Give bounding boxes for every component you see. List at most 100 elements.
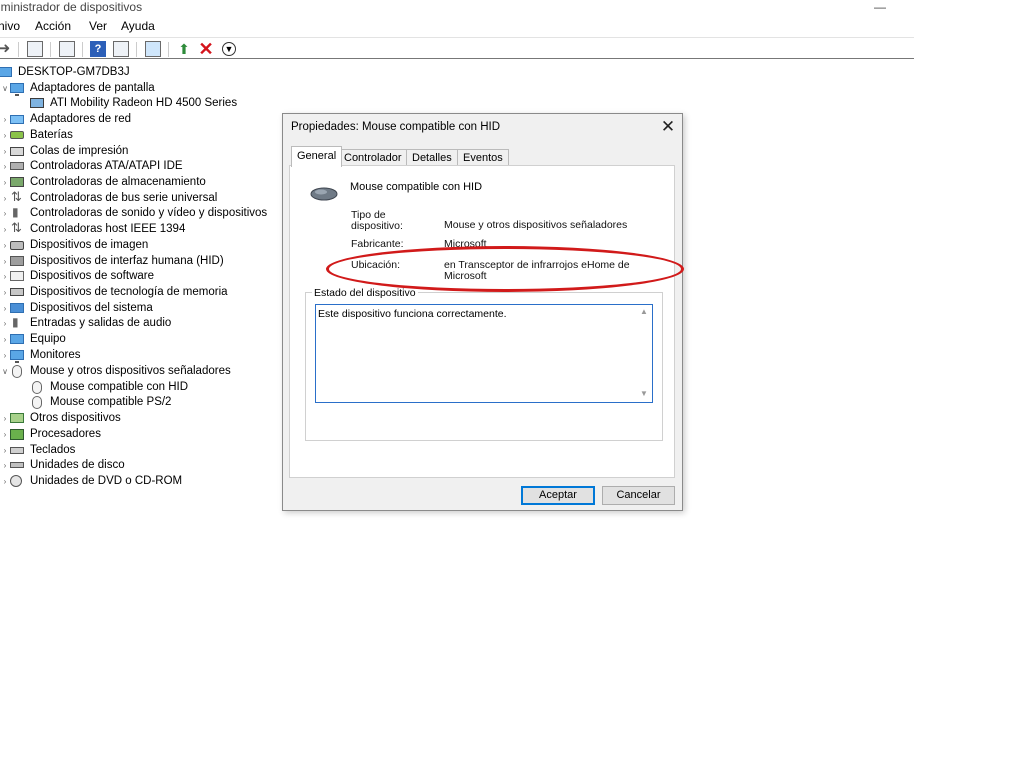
window-title: dministrador de dispositivos [0, 0, 143, 14]
expand-arrow-icon[interactable]: › [0, 477, 10, 486]
tree-item-tecnologia-memoria[interactable]: › Dispositivos de tecnología de memoria [0, 284, 228, 300]
download-icon[interactable]: ▼ [222, 42, 236, 56]
tree-item-dispositivos-sistema[interactable]: › Dispositivos del sistema [0, 300, 153, 316]
expand-arrow-icon[interactable]: › [0, 257, 10, 266]
view-icon[interactable] [113, 41, 129, 57]
toolbar-separator [136, 42, 137, 57]
expand-arrow-icon[interactable]: › [0, 194, 10, 203]
keyboard-icon [10, 446, 24, 454]
tree-item-teclados[interactable]: › Teclados [0, 442, 76, 458]
tree-item-controladoras-usb[interactable]: › Controladoras de bus serie universal [0, 189, 218, 206]
tree-item-label: Equipo [30, 333, 66, 345]
tree-item-entradas-salidas-audio[interactable]: › Entradas y salidas de audio [0, 315, 172, 331]
expand-arrow-icon[interactable]: › [0, 225, 10, 234]
tree-root[interactable]: DESKTOP-GM7DB3J [0, 64, 130, 80]
scan-hardware-icon[interactable] [145, 41, 161, 57]
toolbar-separator [50, 42, 51, 57]
expand-arrow-icon[interactable]: › [0, 288, 10, 297]
tab-general[interactable]: General [291, 146, 343, 167]
collapse-arrow-icon[interactable]: ∨ [0, 84, 10, 93]
tree-item-controladoras-sonido[interactable]: › Controladoras de sonido y vídeo y disp… [0, 205, 268, 221]
expand-arrow-icon[interactable]: › [0, 335, 10, 344]
tree-item-monitores[interactable]: › Monitores [0, 347, 81, 363]
tree-item-mouse-hid[interactable]: Mouse compatible con HID [30, 379, 188, 395]
properties-dialog: Propiedades: Mouse compatible con HID ✕ … [282, 113, 683, 511]
tree-item-ati-radeon[interactable]: ATI Mobility Radeon HD 4500 Series [30, 95, 237, 111]
mouse-icon [32, 395, 42, 409]
device-status-textbox[interactable]: Este dispositivo funciona correctamente.… [315, 304, 653, 403]
properties-icon[interactable] [27, 41, 43, 57]
tree-item-label: Colas de impresión [30, 145, 129, 157]
tree-item-label: Controladoras de almacenamiento [30, 176, 206, 188]
menu-ver[interactable]: Ver [89, 19, 107, 33]
tree-item-label: Controladoras ATA/ATAPI IDE [30, 160, 183, 172]
type-value: Mouse y otros dispositivos señaladores [444, 219, 628, 231]
menu-accion[interactable]: Acción [35, 19, 71, 33]
tree-item-equipo[interactable]: › Equipo [0, 331, 66, 347]
back-arrow-icon[interactable]: ➜ [0, 41, 12, 57]
expand-arrow-icon[interactable]: › [0, 351, 10, 360]
tree-item-unidades-disco[interactable]: › Unidades de disco [0, 457, 125, 473]
tree-item-hid[interactable]: › Dispositivos de interfaz humana (HID) [0, 253, 224, 269]
tree-item-colas-impresion[interactable]: › Colas de impresión [0, 143, 129, 159]
storage-controller-icon [10, 177, 24, 187]
cancel-button[interactable]: Cancelar [602, 486, 675, 505]
tree-item-unidades-dvd[interactable]: › Unidades de DVD o CD-ROM [0, 473, 182, 489]
expand-arrow-icon[interactable]: › [0, 241, 10, 250]
update-driver-icon[interactable]: ⬆ [176, 41, 192, 57]
expand-arrow-icon[interactable]: › [0, 461, 10, 470]
toolbar-separator [82, 42, 83, 57]
expand-arrow-icon[interactable]: › [0, 131, 10, 140]
tree-item-procesadores[interactable]: › Procesadores [0, 426, 101, 442]
scroll-up-icon[interactable]: ▲ [640, 307, 648, 316]
expand-arrow-icon[interactable]: › [0, 115, 10, 124]
tab-detalles[interactable]: Detalles [406, 149, 458, 166]
other-device-icon [10, 413, 24, 423]
driver-icon[interactable] [59, 41, 75, 57]
expand-arrow-icon[interactable]: › [0, 319, 10, 328]
tab-eventos[interactable]: Eventos [457, 149, 509, 166]
tree-root-label: DESKTOP-GM7DB3J [18, 66, 130, 78]
tree-item-dispositivos-imagen[interactable]: › Dispositivos de imagen [0, 237, 149, 253]
scroll-down-icon[interactable]: ▼ [640, 389, 648, 398]
tree-item-ieee1394[interactable]: › Controladoras host IEEE 1394 [0, 220, 186, 237]
expand-arrow-icon[interactable]: › [0, 414, 10, 423]
tree-item-adaptadores-pantalla[interactable]: ∨ Adaptadores de pantalla [0, 80, 155, 96]
expand-arrow-icon[interactable]: › [0, 430, 10, 439]
tree-item-baterias[interactable]: › Baterías [0, 127, 73, 143]
computer-icon [10, 334, 24, 344]
help-icon[interactable]: ? [90, 41, 106, 57]
minimize-button[interactable]: — [874, 0, 886, 14]
tree-item-otros-dispositivos[interactable]: › Otros dispositivos [0, 410, 121, 426]
menu-archivo[interactable]: nivo [0, 19, 20, 33]
device-status-group: Estado del dispositivo Este dispositivo … [305, 287, 663, 441]
expand-arrow-icon[interactable]: › [0, 162, 10, 171]
ide-controller-icon [10, 162, 24, 170]
tree-item-mouse-ps2[interactable]: Mouse compatible PS/2 [30, 394, 171, 410]
tree-item-label: Otros dispositivos [30, 412, 121, 424]
toolbar-separator [168, 42, 169, 57]
mouse-device-icon [310, 187, 338, 201]
display-adapter-icon [10, 83, 24, 96]
expand-arrow-icon[interactable]: › [0, 304, 10, 313]
menu-ayuda[interactable]: Ayuda [121, 19, 155, 33]
tree-item-controladoras-ide[interactable]: › Controladoras ATA/ATAPI IDE [0, 158, 183, 174]
uninstall-icon[interactable]: ✕ [198, 40, 214, 58]
tree-item-controladoras-almacenamiento[interactable]: › Controladoras de almacenamiento [0, 174, 206, 190]
close-icon[interactable]: ✕ [658, 117, 678, 137]
status-scrollbar[interactable]: ▲ ▼ [637, 305, 652, 402]
ok-button[interactable]: Aceptar [521, 486, 595, 505]
collapse-arrow-icon[interactable]: ∨ [0, 367, 10, 376]
tree-item-mouse-dispositivos[interactable]: ∨ Mouse y otros dispositivos señaladores [0, 363, 231, 379]
tab-controlador[interactable]: Controlador [338, 149, 408, 166]
expand-arrow-icon[interactable]: › [0, 178, 10, 187]
tree-item-label: Adaptadores de pantalla [30, 82, 155, 94]
expand-arrow-icon[interactable]: › [0, 209, 10, 218]
tree-item-adaptadores-red[interactable]: › Adaptadores de red [0, 111, 131, 127]
tree-item-dispositivos-software[interactable]: › Dispositivos de software [0, 268, 154, 284]
tree-item-label: Mouse compatible PS/2 [50, 396, 172, 408]
expand-arrow-icon[interactable]: › [0, 147, 10, 156]
location-value-2: Microsoft [444, 270, 487, 282]
expand-arrow-icon[interactable]: › [0, 446, 10, 455]
expand-arrow-icon[interactable]: › [0, 272, 10, 281]
